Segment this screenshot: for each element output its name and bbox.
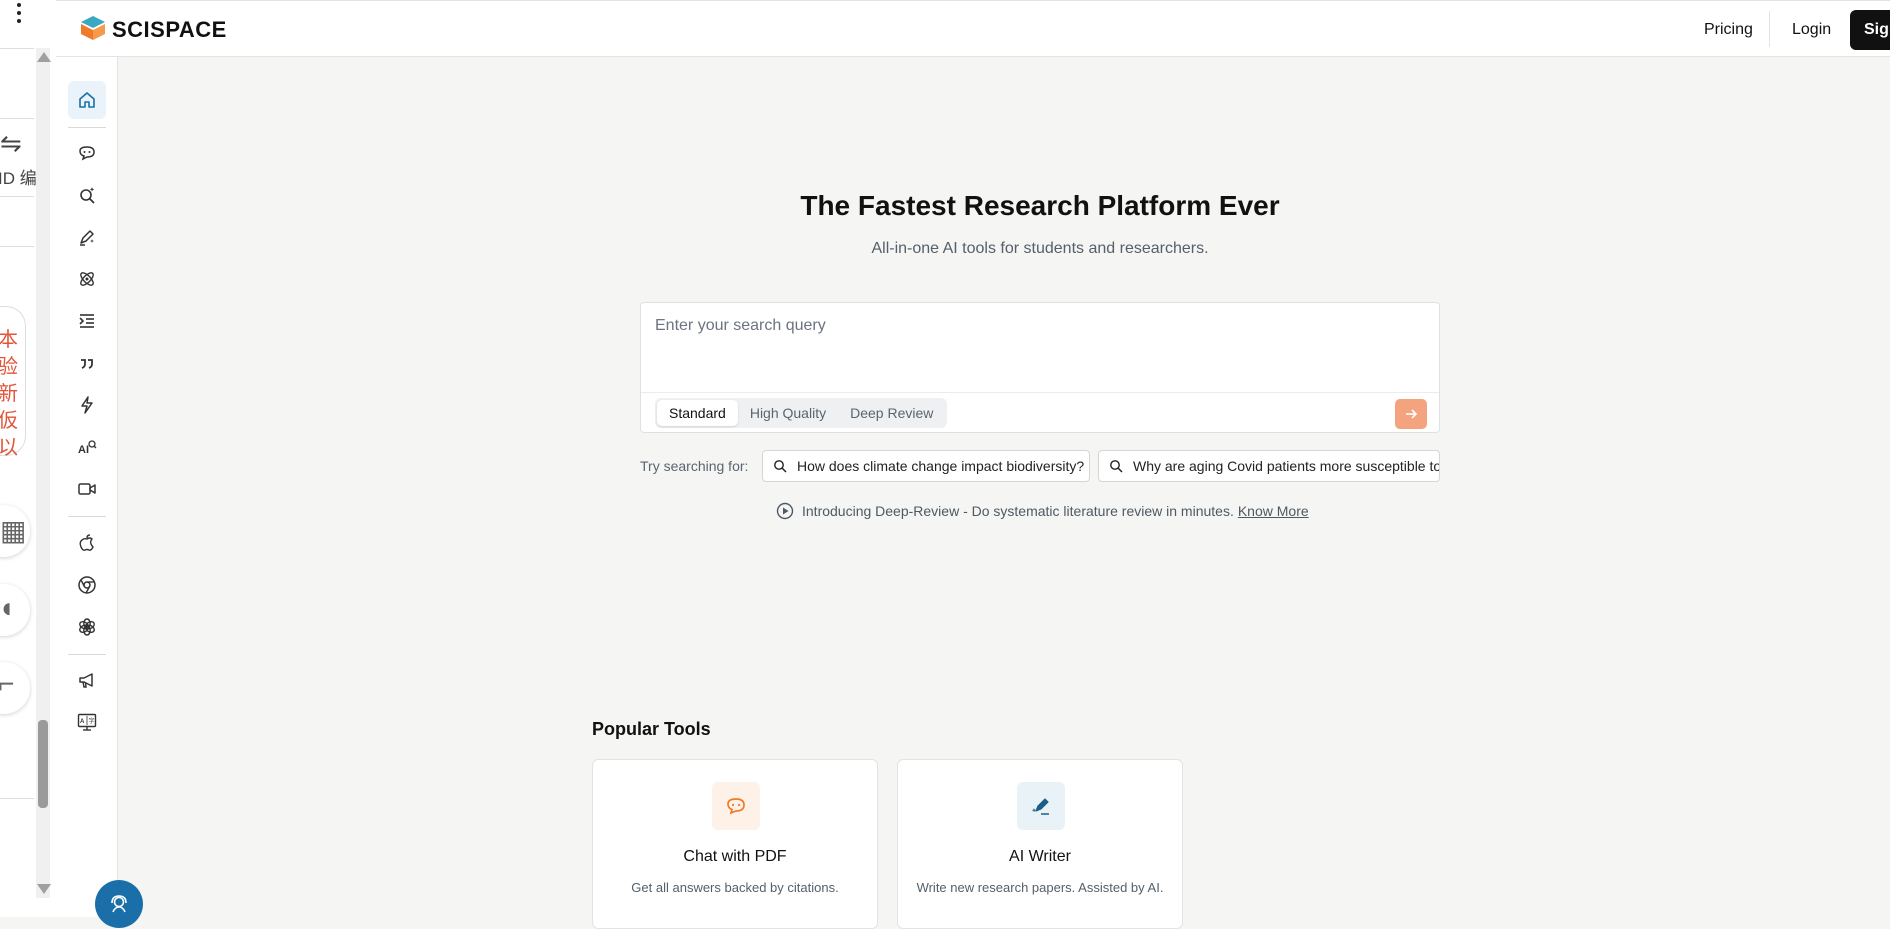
sidebar-item-chrome-extension[interactable]	[68, 566, 106, 604]
search-submit-button[interactable]	[1395, 399, 1427, 429]
sidebar-item-ai-writer[interactable]	[68, 218, 106, 256]
nav-divider	[1769, 11, 1770, 47]
chrome-icon	[78, 576, 96, 594]
sidebar-item-chat-pdf[interactable]	[68, 134, 106, 172]
logo-text[interactable]: SCISPACE	[112, 17, 227, 43]
panel-divider	[0, 48, 34, 49]
qr-code-icon: ▦	[0, 515, 27, 546]
ai-detector-icon: AI	[78, 440, 97, 456]
atom-icon	[80, 272, 94, 286]
qr-code-button[interactable]: ▦	[0, 505, 30, 557]
sidebar-item-extract[interactable]	[68, 260, 106, 298]
tool-card-ai-writer[interactable]: AI Writer Write new research papers. Ass…	[897, 759, 1183, 929]
page-subtitle: All-in-one AI tools for students and res…	[871, 240, 1209, 257]
pricing-link[interactable]: Pricing	[1704, 21, 1753, 39]
search-mode-selector: Standard High Quality Deep Review	[655, 398, 948, 428]
collapse-button[interactable]: ⌐	[0, 662, 30, 714]
scroll-up-icon[interactable]	[37, 52, 51, 62]
login-link[interactable]: Login	[1792, 21, 1831, 39]
promo-tab[interactable]: 本 验 新 仮 以	[0, 306, 26, 459]
sidebar-item-chatgpt[interactable]	[68, 608, 106, 646]
sidebar-item-literature-search[interactable]	[68, 176, 106, 214]
arrow-right-icon	[1406, 409, 1418, 419]
sidebar-item-ai-detector[interactable]: AI	[68, 428, 106, 466]
sidebar-divider	[68, 127, 106, 128]
chat-support-button[interactable]	[95, 880, 143, 928]
more-options-icon[interactable]	[17, 0, 23, 27]
know-more-link[interactable]: Know More	[1238, 503, 1309, 519]
suggestions-label: Try searching for:	[640, 458, 749, 474]
svg-text:A: A	[80, 719, 85, 725]
card-title: AI Writer	[1009, 848, 1071, 865]
arrow-icon: ⌐	[0, 668, 15, 699]
sidebar-item-paraphraser[interactable]	[68, 302, 106, 340]
apple-icon	[79, 534, 94, 551]
translate-monitor-icon: A字	[77, 713, 97, 731]
sidebar-item-announcements[interactable]	[68, 661, 106, 699]
search-box: Standard High Quality Deep Review	[640, 302, 1440, 433]
suggestion-text: Why are aging Covid patients more suscep…	[1133, 458, 1440, 474]
play-circle-icon[interactable]	[776, 502, 794, 520]
card-icon-wrapper	[712, 782, 760, 830]
pen-sparkle-icon	[1031, 798, 1049, 815]
quote-icon	[81, 359, 93, 369]
panel-divider	[0, 196, 34, 197]
mode-standard-button[interactable]: Standard	[657, 400, 738, 426]
left-side-panel: ⇋ ID 编 本 验 新 仮 以 ▦ ◖ ⌐	[0, 0, 56, 917]
video-camera-icon	[78, 483, 96, 495]
deep-review-announcement: Introducing Deep-Review - Do systematic …	[776, 502, 1309, 520]
swap-icon[interactable]: ⇋	[0, 128, 22, 159]
sidebar-item-ios-app[interactable]	[68, 524, 106, 562]
announcement-text: Introducing Deep-Review - Do systematic …	[802, 503, 1234, 519]
card-description: Get all answers backed by citations.	[631, 880, 839, 895]
support-button[interactable]: ◖	[0, 584, 30, 636]
indent-list-icon	[79, 314, 94, 328]
panel-divider	[0, 246, 34, 247]
megaphone-icon	[79, 673, 93, 688]
mode-deep-review-button[interactable]: Deep Review	[838, 400, 945, 426]
search-sparkle-icon	[80, 187, 95, 204]
svg-text:字: 字	[89, 717, 95, 725]
chat-bubble-icon	[79, 146, 95, 161]
panel-divider	[0, 798, 34, 799]
search-input[interactable]	[653, 315, 1417, 389]
support-agent-icon	[111, 895, 127, 913]
card-title: Chat with PDF	[683, 848, 787, 865]
panel-label: ID 编	[0, 169, 37, 188]
scrollbar-thumb[interactable]	[38, 720, 48, 808]
search-toolbar: Standard High Quality Deep Review	[641, 392, 1439, 434]
page-title: The Fastest Research Platform Ever	[800, 190, 1280, 221]
lightning-icon	[81, 396, 93, 414]
chat-bubble-icon	[727, 798, 745, 815]
card-icon-wrapper	[1017, 782, 1065, 830]
panel-divider	[0, 118, 34, 119]
sidebar-item-flash[interactable]	[68, 386, 106, 424]
pen-icon	[80, 230, 94, 246]
top-header: SCISPACE Pricing Login Sign up	[56, 0, 1890, 57]
search-icon	[774, 460, 787, 473]
search-icon	[1110, 460, 1123, 473]
openai-icon	[79, 618, 95, 636]
panel-scrollbar[interactable]	[36, 48, 50, 898]
card-description: Write new research papers. Assisted by A…	[916, 880, 1164, 895]
sidebar-item-citation[interactable]	[68, 344, 106, 382]
signup-button[interactable]: Sign up	[1850, 10, 1890, 50]
popular-tools-heading: Popular Tools	[592, 719, 711, 739]
tool-sidebar: AI A字	[56, 57, 118, 917]
suggestion-text: How does climate change impact biodivers…	[797, 458, 1085, 474]
tool-card-chat-pdf[interactable]: Chat with PDF Get all answers backed by …	[592, 759, 878, 929]
mode-high-quality-button[interactable]: High Quality	[738, 400, 838, 426]
sidebar-item-video[interactable]	[68, 470, 106, 508]
sidebar-divider	[68, 516, 106, 517]
headset-icon: ◖	[0, 592, 15, 623]
home-icon	[79, 92, 95, 108]
svg-text:AI: AI	[78, 444, 89, 456]
suggestion-chip[interactable]: How does climate change impact biodivers…	[762, 450, 1090, 482]
sidebar-divider	[68, 654, 106, 655]
sidebar-item-translate[interactable]: A字	[68, 703, 106, 741]
scroll-down-icon[interactable]	[37, 884, 51, 894]
scispace-logo-icon[interactable]	[80, 15, 106, 41]
suggestion-chip[interactable]: Why are aging Covid patients more suscep…	[1098, 450, 1440, 482]
sidebar-item-home[interactable]	[68, 81, 106, 119]
